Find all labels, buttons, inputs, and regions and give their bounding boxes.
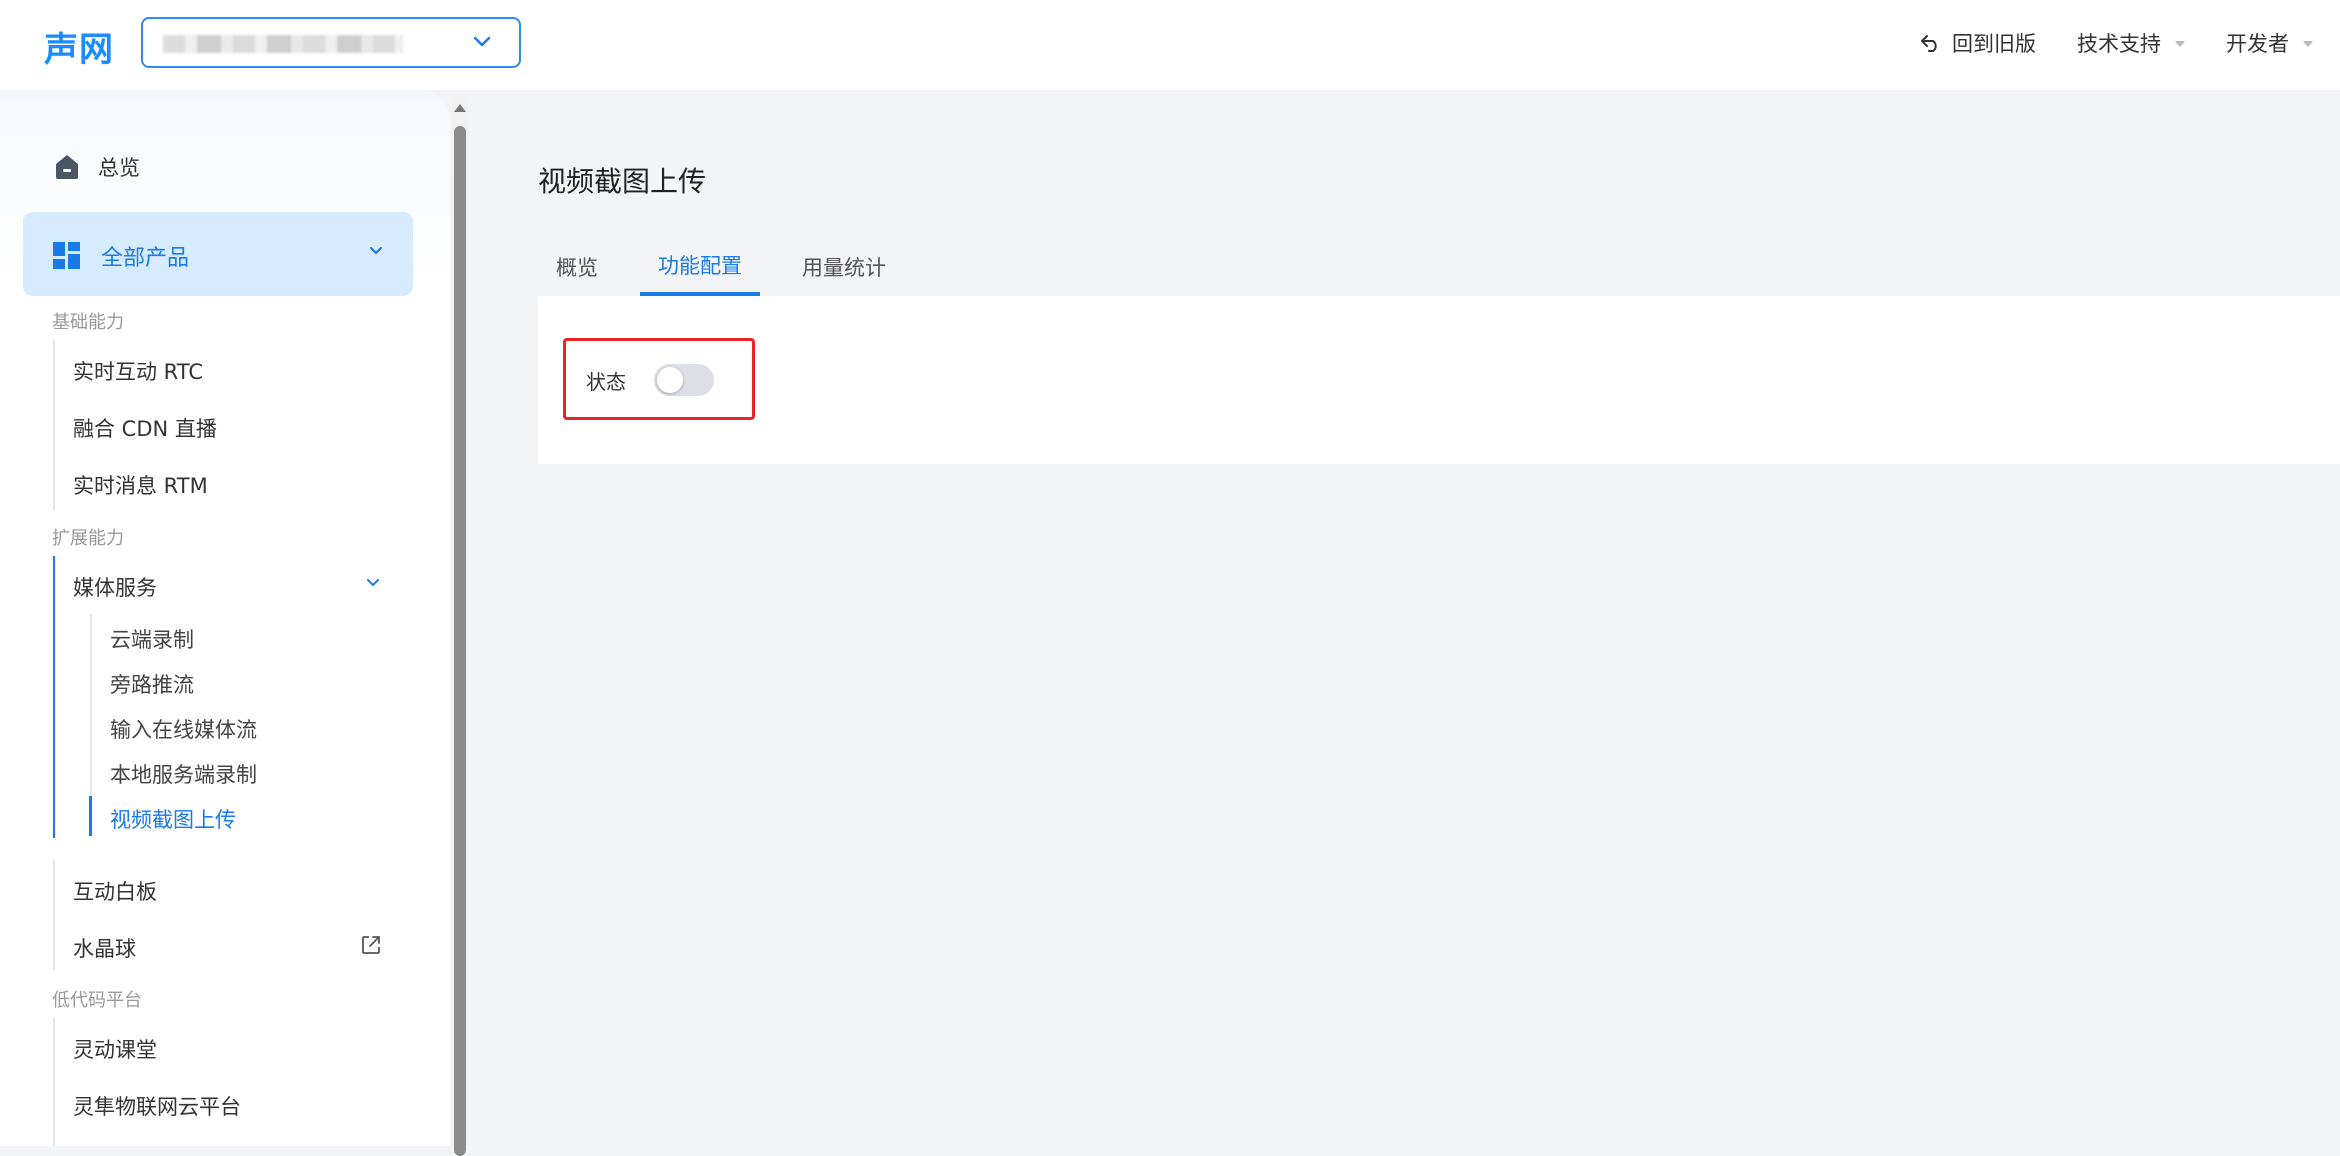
- sidebar-item-bypass-streaming[interactable]: 旁路推流: [110, 669, 194, 699]
- sidebar-item-iot-platform[interactable]: 灵隼物联网云平台: [73, 1091, 241, 1121]
- tech-support-label: 技术支持: [2077, 32, 2161, 56]
- sidebar-scrollbar[interactable]: [452, 96, 468, 1156]
- top-header: 声网 回到旧版 技术支持 开发者: [0, 0, 2340, 90]
- project-select[interactable]: [141, 17, 521, 68]
- sidebar-item-rtc[interactable]: 实时互动 RTC: [73, 356, 203, 386]
- sidebar-item-whiteboard[interactable]: 互动白板: [73, 876, 157, 906]
- back-to-old-version-link[interactable]: 回到旧版: [1920, 28, 2036, 58]
- scrollbar-thumb[interactable]: [454, 126, 466, 1156]
- basic-group-line: [53, 340, 55, 510]
- section-label-lowcode: 低代码平台: [52, 990, 142, 1011]
- lowcode-group-line: [53, 1018, 55, 1146]
- developer-label: 开发者: [2226, 32, 2289, 56]
- brand-logo[interactable]: 声网: [44, 22, 114, 71]
- grid-icon: [53, 242, 80, 269]
- caret-down-icon: [2175, 41, 2185, 47]
- sidebar-item-all-products-label: 全部产品: [101, 246, 190, 271]
- tab-usage-stats[interactable]: 用量统计: [802, 252, 886, 282]
- section-label-extended: 扩展能力: [52, 528, 124, 549]
- chevron-down-icon: [473, 36, 491, 47]
- chevron-down-icon: [370, 247, 382, 255]
- scroll-up-arrow-icon[interactable]: [454, 104, 466, 112]
- tab-feature-config[interactable]: 功能配置: [658, 250, 742, 280]
- sidebar-item-flexible-classroom[interactable]: 灵动课堂: [73, 1034, 157, 1064]
- extended-group-line: [53, 860, 55, 970]
- sidebar-item-local-recording[interactable]: 本地服务端录制: [110, 759, 257, 789]
- tech-support-menu[interactable]: 技术支持: [2077, 28, 2185, 58]
- section-label-basic: 基础能力: [52, 312, 124, 333]
- sidebar-item-rtm[interactable]: 实时消息 RTM: [73, 470, 208, 500]
- sidebar-item-cloud-recording[interactable]: 云端录制: [110, 624, 194, 654]
- external-link-icon[interactable]: [360, 934, 382, 956]
- developer-menu[interactable]: 开发者: [2226, 28, 2313, 58]
- back-to-old-version-label: 回到旧版: [1952, 32, 2036, 56]
- sidebar-item-overview-label: 总览: [98, 156, 140, 180]
- status-label: 状态: [586, 370, 626, 394]
- sidebar-item-cdn[interactable]: 融合 CDN 直播: [73, 413, 217, 443]
- caret-down-icon: [2303, 41, 2313, 47]
- sidebar-item-crystal-ball[interactable]: 水晶球: [73, 933, 136, 963]
- undo-arrow-icon: [1921, 35, 1937, 52]
- sidebar-item-media-pull[interactable]: 输入在线媒体流: [110, 714, 257, 744]
- sidebar-item-video-snapshot[interactable]: 视频截图上传: [110, 804, 236, 834]
- config-panel: [538, 296, 2340, 464]
- home-icon: [56, 155, 78, 179]
- toggle-knob: [657, 367, 683, 393]
- media-group-line: [53, 556, 55, 838]
- page-title: 视频截图上传: [538, 165, 707, 198]
- chevron-down-icon[interactable]: [366, 578, 380, 588]
- sidebar-item-all-products[interactable]: 全部产品: [23, 212, 413, 296]
- active-sub-indicator: [89, 796, 92, 836]
- status-toggle-switch[interactable]: [654, 364, 714, 396]
- project-name-blurred: [163, 35, 403, 53]
- sidebar-item-media-service[interactable]: 媒体服务: [73, 572, 157, 602]
- tab-overview[interactable]: 概览: [556, 252, 598, 282]
- sidebar-item-overview[interactable]: 总览: [52, 152, 140, 182]
